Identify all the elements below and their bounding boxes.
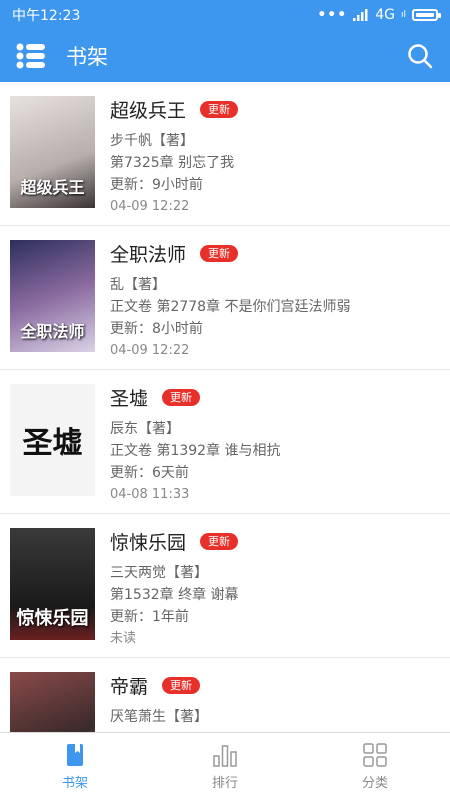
book-title: 惊悚乐园 <box>110 531 187 554</box>
book-list: 超级兵王 超级兵王 更新 步千帆【著】 第7325章 别忘了我 更新：9小时前 … <box>0 82 450 732</box>
bookshelf-icon <box>67 744 83 766</box>
latest-chapter: 第1532章 终章 谢幕 <box>110 587 239 603</box>
bottom-nav: 书架 排行 分类 <box>0 732 450 800</box>
page-title: 书架 <box>66 45 108 69</box>
update-badge: 更新 <box>200 100 239 118</box>
last-read-date: 04-09 12:22 <box>110 343 190 358</box>
book-author: 三天两觉【著】 <box>110 565 208 581</box>
book-cover-title: 超级兵王 <box>20 178 85 197</box>
book-title: 超级兵王 <box>110 99 187 122</box>
latest-chapter: 正文卷 第2778章 不是你们宫廷法师弱 <box>110 299 351 315</box>
bar-chart-icon <box>213 745 237 767</box>
book-cover: 超级兵王 <box>10 96 95 208</box>
book-item[interactable]: 超级兵王 超级兵王 更新 步千帆【著】 第7325章 别忘了我 更新：9小时前 … <box>0 82 450 226</box>
update-time: 更新：8小时前 <box>110 321 203 337</box>
menu-icon[interactable] <box>16 42 46 70</box>
grid-icon <box>363 743 387 767</box>
book-cover-title: 全职法师 <box>20 322 85 341</box>
book-author: 乱【著】 <box>110 277 166 293</box>
book-title: 圣墟 <box>110 387 149 410</box>
book-author: 辰东【著】 <box>110 421 180 437</box>
status-time: 中午12:23 <box>12 8 81 24</box>
book-cover: 全职法师 <box>10 240 95 352</box>
nav-tab-bookshelf[interactable]: 书架 <box>0 733 150 800</box>
book-title: 全职法师 <box>110 243 187 266</box>
notification-dots: ••• <box>317 7 348 23</box>
last-read-date: 04-08 11:33 <box>110 487 190 502</box>
search-icon[interactable] <box>406 42 434 70</box>
app-bar: 书架 <box>0 30 450 82</box>
book-cover-title: 圣墟 <box>22 426 83 461</box>
book-author: 厌笔萧生【著】 <box>110 709 208 725</box>
book-cover: 圣墟 <box>10 384 95 496</box>
nav-label: 排行 <box>211 776 238 791</box>
signal-icon <box>353 9 368 21</box>
nav-label: 书架 <box>61 776 88 791</box>
update-badge: 更新 <box>162 388 201 406</box>
latest-chapter: 正文卷 第1392章 谁与相抗 <box>110 443 281 459</box>
book-title: 帝霸 <box>110 675 149 698</box>
last-read-date: 未读 <box>110 631 137 646</box>
book-cover: 惊悚乐园 <box>10 528 95 640</box>
book-item[interactable]: 圣墟 圣墟 更新 辰东【著】 正文卷 第1392章 谁与相抗 更新：6天前 04… <box>0 370 450 514</box>
update-badge: 更新 <box>162 676 201 694</box>
book-item[interactable]: 全职法师 全职法师 更新 乱【著】 正文卷 第2778章 不是你们宫廷法师弱 更… <box>0 226 450 370</box>
network-type: 4G <box>375 7 395 23</box>
status-indicators: ••• 4G ıl <box>317 7 441 23</box>
nav-label: 分类 <box>361 776 388 791</box>
book-item[interactable]: 惊悚乐园 惊悚乐园 更新 三天两觉【著】 第1532章 终章 谢幕 更新：1年前… <box>0 514 450 658</box>
book-item[interactable]: 帝霸 更新 厌笔萧生【著】 <box>0 658 450 732</box>
update-time: 更新：9小时前 <box>110 177 203 193</box>
nav-tab-category[interactable]: 分类 <box>300 733 450 800</box>
update-time: 更新：1年前 <box>110 609 189 625</box>
book-author: 步千帆【著】 <box>110 133 194 149</box>
book-cover <box>10 672 95 732</box>
nav-tab-ranking[interactable]: 排行 <box>150 733 300 800</box>
network-sub: ıl <box>400 10 406 20</box>
book-cover-title: 惊悚乐园 <box>16 608 89 629</box>
update-badge: 更新 <box>200 244 239 262</box>
status-bar: 中午12:23 ••• 4G ıl <box>0 0 450 30</box>
battery-icon <box>412 9 441 21</box>
update-time: 更新：6天前 <box>110 465 189 481</box>
latest-chapter: 第7325章 别忘了我 <box>110 155 235 171</box>
last-read-date: 04-09 12:22 <box>110 199 190 214</box>
update-badge: 更新 <box>200 532 239 550</box>
